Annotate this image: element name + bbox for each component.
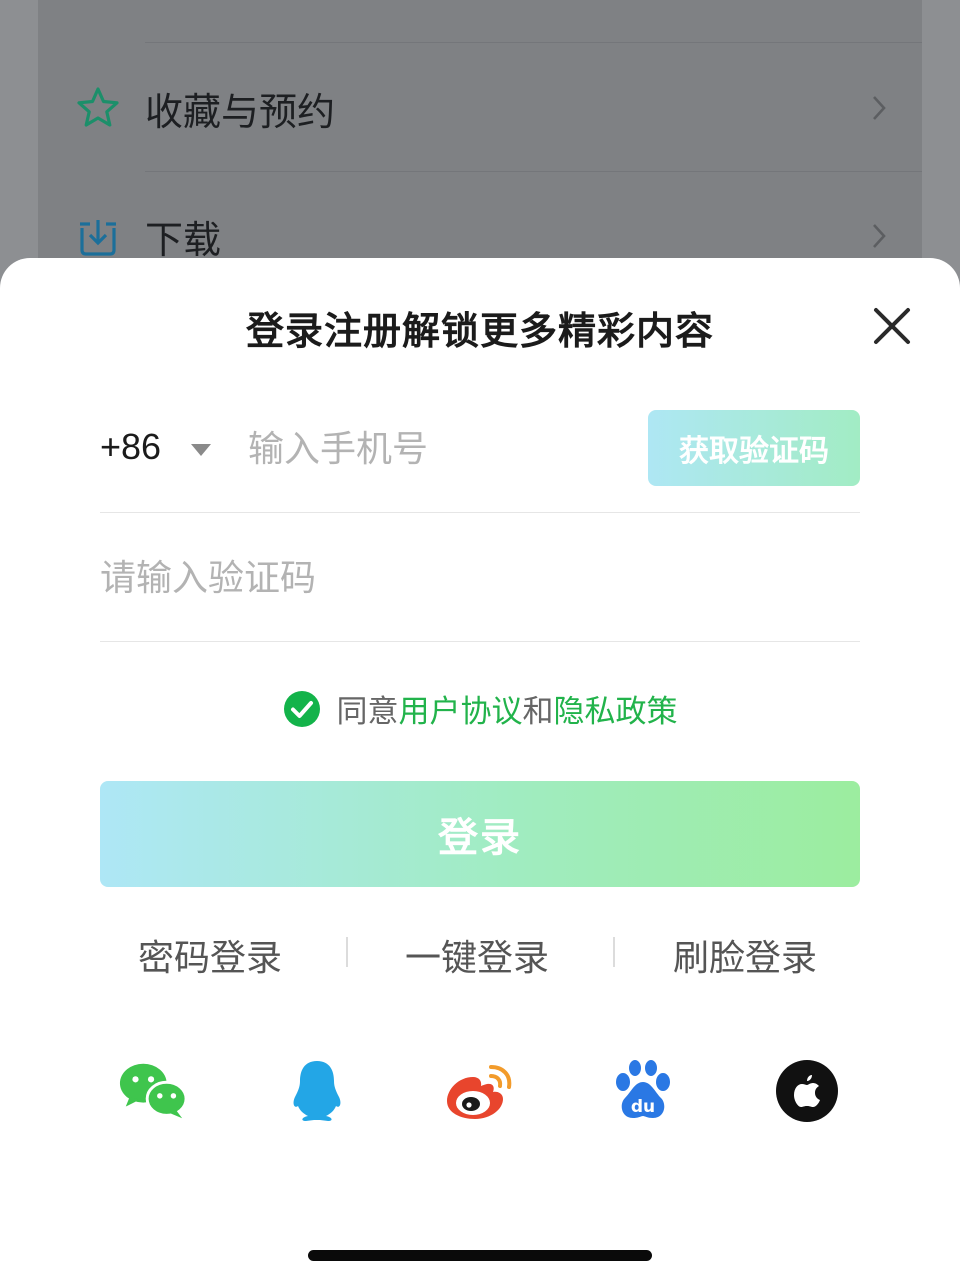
- apple-icon: [776, 1060, 838, 1122]
- country-code-select[interactable]: +86: [100, 426, 161, 468]
- password-login-link[interactable]: 密码登录: [138, 929, 282, 981]
- separator: [346, 937, 348, 967]
- agreement-prefix: 同意: [336, 694, 399, 730]
- privacy-policy-link[interactable]: 隐私政策: [554, 686, 678, 731]
- phone-input[interactable]: [248, 424, 638, 474]
- menu-divider: [145, 42, 922, 43]
- agreement-row: 同意 用户协议 和 隐私政策: [0, 686, 960, 731]
- phone-row: +86 获取验证码: [100, 384, 860, 513]
- close-button[interactable]: [870, 304, 914, 348]
- social-login-row: du: [0, 1056, 960, 1126]
- agreement-and: 和: [522, 694, 554, 730]
- user-agreement-link[interactable]: 用户协议: [399, 686, 523, 731]
- sheet-title: 登录注册解锁更多精彩内容: [245, 309, 714, 353]
- login-button[interactable]: 登录: [100, 781, 860, 887]
- one-click-login-link[interactable]: 一键登录: [405, 929, 549, 981]
- verification-code-input[interactable]: [100, 553, 700, 603]
- baidu-icon: du: [616, 1060, 670, 1118]
- login-sheet: 登录注册解锁更多精彩内容 +86 获取验证码 同意 用户协议 和 隐私政策 登录…: [0, 258, 960, 1280]
- weibo-login-button[interactable]: [445, 1056, 515, 1126]
- chevron-right-icon: [868, 221, 890, 251]
- apple-login-button[interactable]: [772, 1056, 842, 1126]
- menu-item-label: 下载: [145, 217, 222, 262]
- code-row: [100, 513, 860, 642]
- alternative-logins: 密码登录 一键登录 刷脸登录: [100, 923, 860, 983]
- wechat-icon: [119, 1063, 188, 1119]
- star-outline-icon: [74, 84, 122, 132]
- download-tray-icon: [74, 212, 122, 260]
- qq-icon: [293, 1061, 341, 1121]
- qq-login-button[interactable]: [282, 1056, 352, 1126]
- svg-text:du: du: [631, 1097, 655, 1117]
- close-icon: [874, 308, 910, 344]
- wechat-login-button[interactable]: [118, 1056, 188, 1126]
- check-circle-icon: [283, 690, 320, 727]
- home-indicator: [308, 1250, 652, 1261]
- get-code-button[interactable]: 获取验证码: [648, 410, 860, 486]
- agree-checkbox[interactable]: [283, 690, 321, 728]
- menu-item-label: 收藏与预约: [145, 89, 336, 134]
- weibo-icon: [447, 1065, 512, 1119]
- face-login-link[interactable]: 刷脸登录: [673, 929, 817, 981]
- chevron-right-icon: [868, 93, 890, 123]
- separator: [613, 937, 615, 967]
- menu-item-favorites[interactable]: 收藏与预约: [38, 44, 922, 172]
- caret-down-icon[interactable]: [190, 442, 212, 456]
- baidu-login-button[interactable]: du: [608, 1056, 678, 1126]
